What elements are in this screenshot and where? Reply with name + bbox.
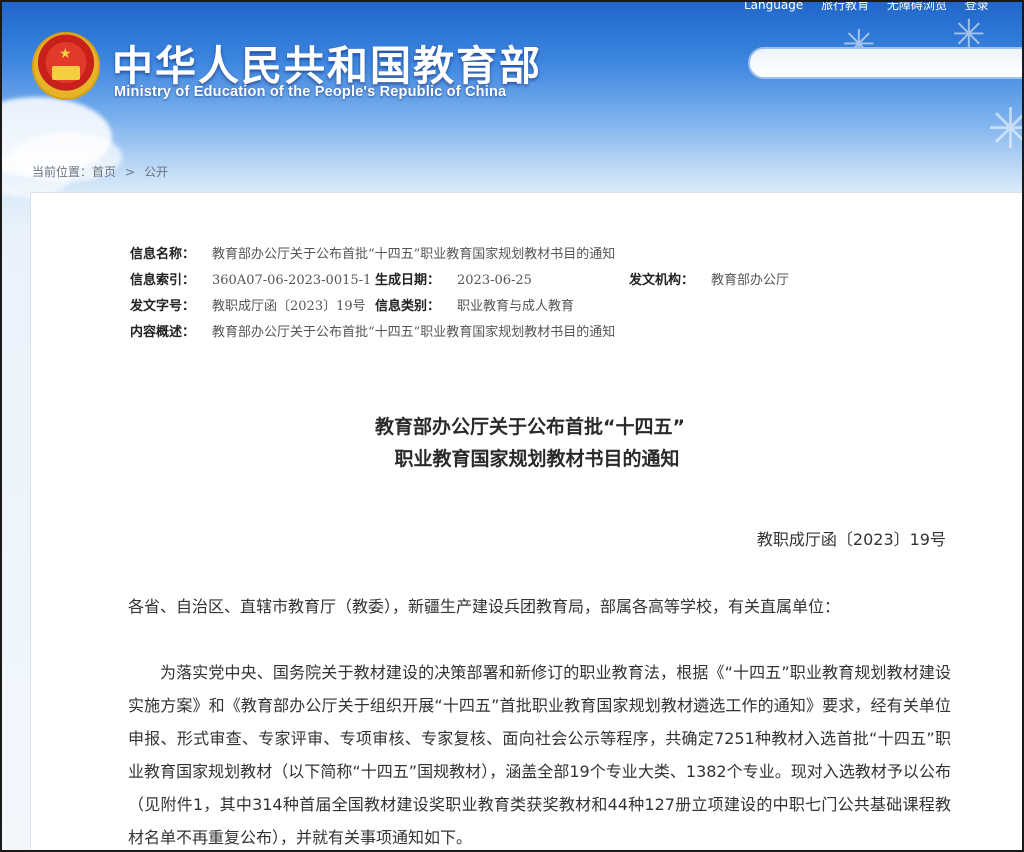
- meta-org-value: 教育部办公厅: [711, 273, 790, 288]
- dandelion-decoration: ✳: [987, 97, 1022, 162]
- breadcrumb-home-link[interactable]: 首页: [92, 165, 116, 179]
- breadcrumb-public-link[interactable]: 公开: [144, 165, 168, 179]
- top-link-2[interactable]: 旅行教育: [821, 2, 869, 12]
- top-link-accessibility[interactable]: 无障碍浏览: [887, 2, 947, 12]
- search-input[interactable]: [748, 47, 1022, 79]
- meta-date-label: 生成日期：: [375, 273, 441, 288]
- breadcrumb-separator: >: [125, 165, 136, 179]
- meta-docno-label: 发文字号：: [130, 299, 196, 314]
- meta-summary-value: 教育部办公厅关于公布首批“十四五”职业教育国家规划教材书目的通知: [212, 325, 616, 340]
- browser-viewport: ✳ ✳ ✳ Language 旅行教育 无障碍浏览 登录 ★ 中华人民共和国教育…: [0, 0, 1024, 852]
- meta-name-label: 信息名称：: [130, 247, 196, 262]
- document-addressee: 各省、自治区、直辖市教育厅（教委），新疆生产建设兵团教育局，部属各高等学校，有关…: [128, 597, 841, 616]
- document-title-line1: 教育部办公厅关于公布首批“十四五”: [375, 416, 685, 438]
- site-subtitle: Ministry of Education of the People's Re…: [114, 84, 507, 100]
- meta-name-value: 教育部办公厅关于公布首批“十四五”职业教育国家规划教材书目的通知: [212, 247, 616, 262]
- top-link-login[interactable]: 登录: [965, 2, 989, 12]
- content-panel: 信息名称： 教育部办公厅关于公布首批“十四五”职业教育国家规划教材书目的通知 信…: [30, 192, 1022, 850]
- top-links-bar: Language 旅行教育 无障碍浏览 登录: [744, 2, 1022, 13]
- meta-date-value: 2023-06-25: [457, 273, 532, 288]
- national-emblem-logo[interactable]: ★: [32, 32, 100, 100]
- document-number: 教职成厅函〔2023〕19号: [756, 530, 946, 549]
- meta-docno-value: 教职成厅函〔2023〕19号: [212, 299, 366, 314]
- breadcrumb: 当前位置：首页 > 公开: [32, 163, 168, 180]
- document-title-line2: 职业教育国家规划教材书目的通知: [394, 448, 680, 470]
- star-icon: ★: [59, 46, 72, 62]
- meta-summary-label: 内容概述：: [130, 325, 196, 340]
- document-paragraph: 为落实党中央、国务院关于教材建设的决策部署和新修订的职业教育法，根据《“十四五”…: [128, 663, 951, 847]
- breadcrumb-prefix: 当前位置：: [32, 165, 93, 179]
- meta-index-label: 信息索引：: [130, 273, 196, 288]
- site-title[interactable]: 中华人民共和国教育部: [112, 32, 542, 92]
- meta-category-value: 职业教育与成人教育: [457, 299, 575, 314]
- meta-category-label: 信息类别：: [375, 299, 441, 314]
- top-link-language[interactable]: Language: [744, 2, 803, 12]
- meta-index-value: 360A07-06-2023-0015-1: [212, 273, 372, 288]
- gate-icon: [52, 66, 80, 80]
- document-title: 教育部办公厅关于公布首批“十四五” 职业教育国家规划教材书目的通知: [31, 411, 1022, 475]
- meta-org-label: 发文机构：: [629, 273, 695, 288]
